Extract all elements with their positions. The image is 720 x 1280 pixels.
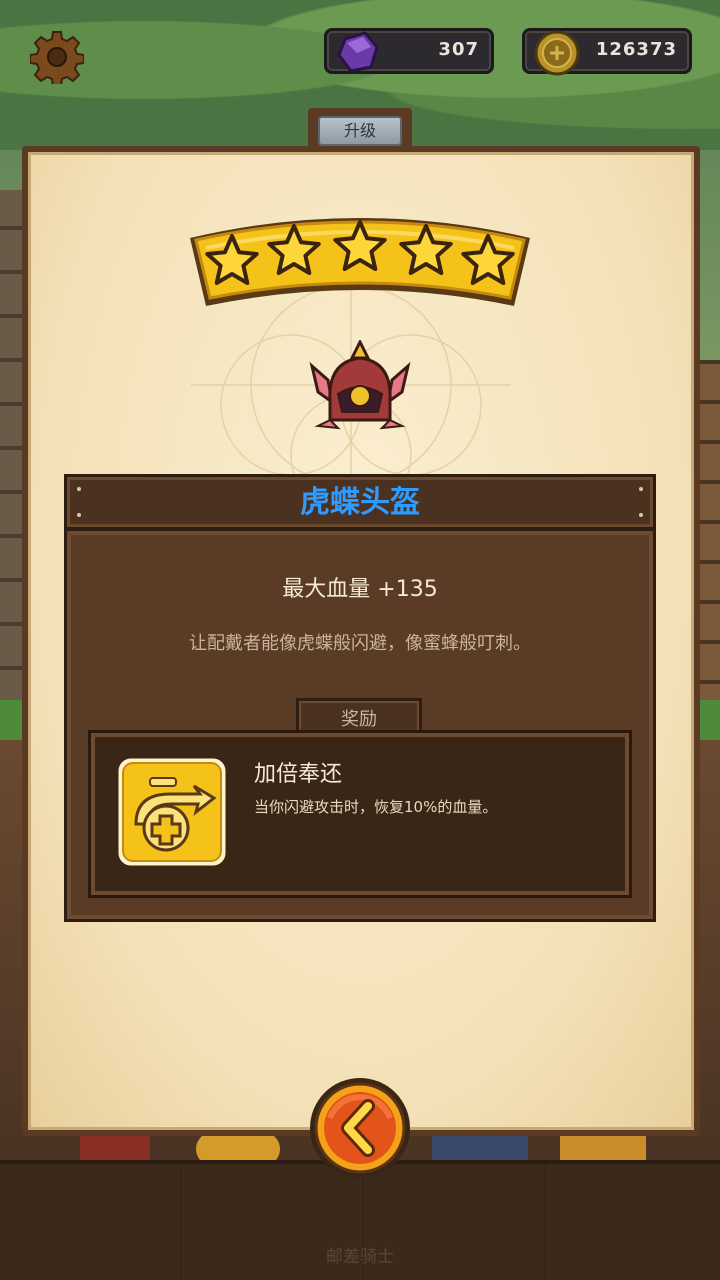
reward-tab-label: 奖励 [341,709,377,730]
star-rating-ribbon [190,218,530,306]
coin-count: 126373 [595,39,677,60]
item-description: 让配戴者能像虎蝶般闪避，像蜜蜂般叮刺。 [189,633,531,654]
coin-icon [534,30,580,76]
reward-tab: 奖励 [296,698,422,734]
reward-description: 当你闪避攻击时，恢复10%的血量。 [254,798,498,816]
heal-ability-icon [115,755,229,869]
back-button[interactable] [308,1076,412,1180]
gem-icon [337,31,379,73]
item-name: 虎蝶头盔 [300,485,420,520]
item-title-bar: 虎蝶头盔 [64,474,656,530]
upgrade-tab-label: 升级 [318,116,402,146]
gem-count: 307 [438,39,479,60]
reward-name: 加倍奉还 [254,762,343,787]
footer-title: 邮差骑士 [326,1247,394,1267]
helmet-icon [309,340,411,430]
item-stat: 最大血量 +135 [282,577,438,602]
coin-counter[interactable]: 126373 [522,28,692,76]
gear-icon[interactable] [30,30,84,84]
gem-counter[interactable]: 307 [324,28,494,74]
